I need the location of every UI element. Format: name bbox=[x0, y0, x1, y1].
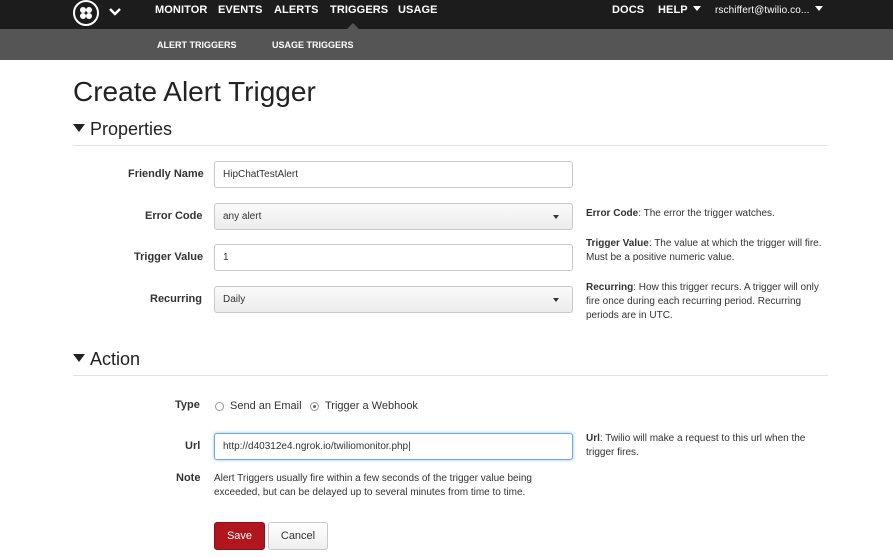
radio-send-email-label[interactable]: Send an Email bbox=[230, 400, 302, 412]
error-code-help: Error Code: The error the trigger watche… bbox=[586, 207, 831, 221]
caret-down-icon bbox=[814, 6, 823, 11]
nav-usage[interactable]: USAGE bbox=[398, 4, 438, 16]
nav-help-label: HELP bbox=[658, 4, 688, 16]
help-title: Error Code bbox=[586, 208, 639, 219]
save-button[interactable]: Save bbox=[214, 522, 265, 550]
help-title: Url bbox=[586, 433, 600, 444]
caret-down-icon bbox=[692, 6, 701, 11]
user-email: rschiffert@twilio.co... bbox=[715, 5, 810, 16]
error-code-value: any alert bbox=[223, 211, 262, 222]
properties-heading: Properties bbox=[90, 119, 173, 139]
divider bbox=[73, 375, 828, 376]
sub-navbar: ALERT TRIGGERS USAGE TRIGGERS bbox=[0, 29, 893, 60]
caret-down-icon bbox=[553, 298, 559, 302]
friendly-name-label: Friendly Name bbox=[128, 168, 204, 180]
top-navbar: MONITOR EVENTS ALERTS TRIGGERS USAGE DOC… bbox=[0, 0, 893, 29]
caret-down-icon bbox=[553, 215, 559, 219]
tab-alert-triggers[interactable]: ALERT TRIGGERS bbox=[157, 40, 237, 50]
trigger-value-input[interactable]: 1 bbox=[214, 244, 573, 271]
url-input[interactable]: http://d40312e4.ngrok.io/twiliomonitor.p… bbox=[214, 433, 573, 460]
page-title: Create Alert Trigger bbox=[73, 76, 316, 107]
help-text: : Twilio will make a request to this url… bbox=[586, 433, 806, 458]
trigger-value-help: Trigger Value: The value at which the tr… bbox=[586, 237, 831, 265]
url-help: Url: Twilio will make a request to this … bbox=[586, 432, 831, 460]
cancel-button[interactable]: Cancel bbox=[268, 522, 328, 550]
trigger-value-label: Trigger Value bbox=[134, 251, 204, 263]
radio-trigger-webhook-label[interactable]: Trigger a Webhook bbox=[325, 400, 418, 412]
nav-monitor[interactable]: MONITOR bbox=[155, 4, 207, 16]
tab-usage-triggers[interactable]: USAGE TRIGGERS bbox=[272, 40, 354, 50]
triangle-down-icon bbox=[73, 124, 85, 132]
chevron-down-icon[interactable] bbox=[108, 5, 122, 19]
help-title: Recurring bbox=[586, 282, 634, 293]
nav-alerts[interactable]: ALERTS bbox=[274, 4, 319, 16]
url-label: Url bbox=[185, 440, 201, 452]
action-heading: Action bbox=[90, 349, 141, 369]
recurring-value: Daily bbox=[223, 294, 246, 305]
nav-docs[interactable]: DOCS bbox=[612, 4, 644, 16]
nav-events[interactable]: EVENTS bbox=[218, 4, 263, 16]
recurring-label: Recurring bbox=[150, 293, 202, 305]
action-section-toggle[interactable]: Action bbox=[73, 349, 140, 370]
recurring-select[interactable]: Daily bbox=[214, 286, 573, 313]
properties-section-toggle[interactable]: Properties bbox=[73, 119, 172, 140]
nav-triggers[interactable]: TRIGGERS bbox=[330, 4, 388, 16]
error-code-select[interactable]: any alert bbox=[214, 203, 573, 230]
recurring-help: Recurring: How this trigger recurs. A tr… bbox=[586, 281, 831, 323]
nav-help[interactable]: HELP bbox=[658, 4, 701, 16]
user-menu[interactable]: rschiffert@twilio.co... bbox=[715, 5, 823, 16]
error-code-label: Error Code bbox=[145, 210, 203, 222]
help-title: Trigger Value bbox=[586, 238, 649, 249]
note-text: Alert Triggers usually fire within a few… bbox=[214, 473, 532, 498]
note-label: Note bbox=[176, 472, 201, 484]
twilio-logo-icon[interactable] bbox=[73, 0, 99, 26]
radio-trigger-webhook[interactable] bbox=[310, 402, 319, 411]
radio-send-email[interactable] bbox=[215, 402, 224, 411]
triangle-down-icon bbox=[73, 354, 85, 362]
friendly-name-input[interactable]: HipChatTestAlert bbox=[214, 161, 573, 188]
help-text: : The error the trigger watches. bbox=[638, 208, 775, 219]
divider bbox=[73, 145, 828, 146]
type-label: Type bbox=[175, 399, 200, 411]
